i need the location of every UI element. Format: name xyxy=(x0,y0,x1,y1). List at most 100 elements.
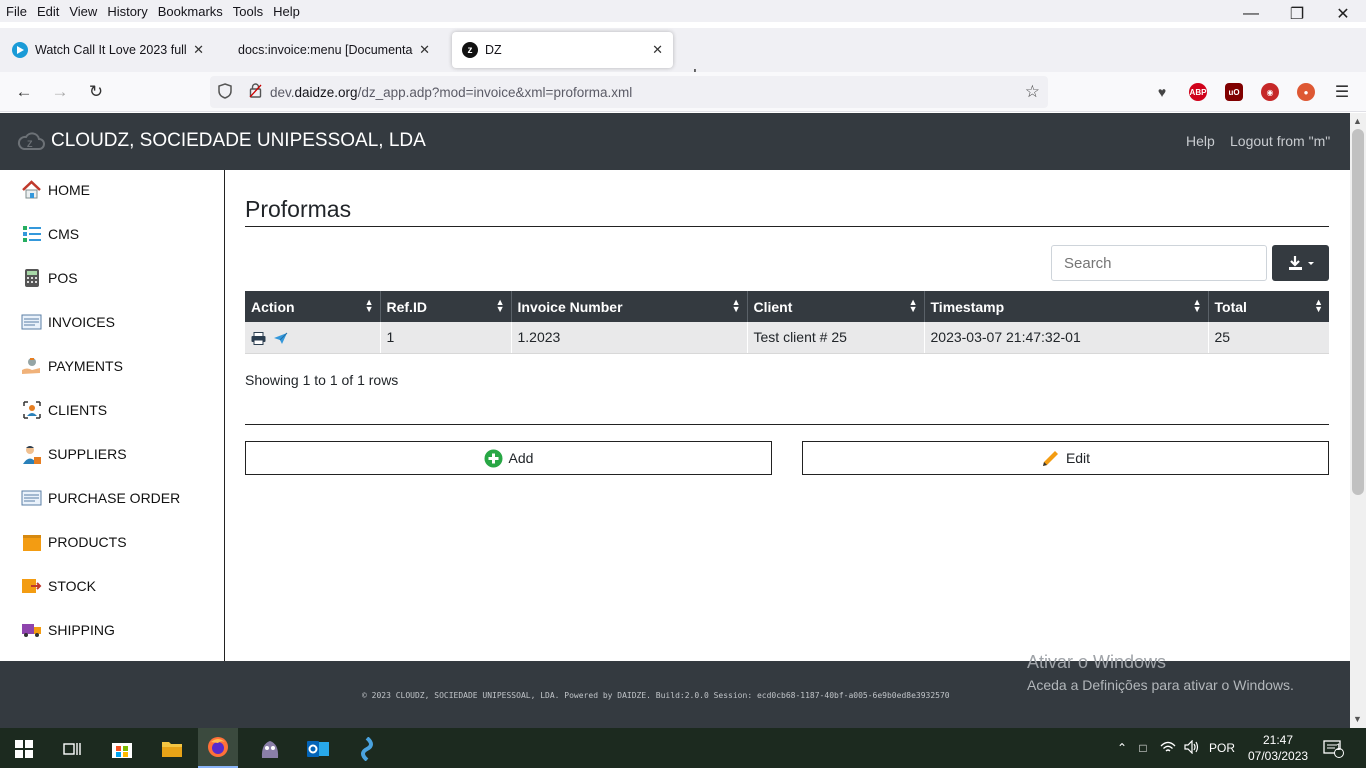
app-taskbar-icon[interactable] xyxy=(250,734,290,764)
notification-center-icon[interactable]: 1 xyxy=(1322,728,1344,768)
outlook-icon[interactable] xyxy=(298,734,338,764)
table-row[interactable]: 1 1.2023 Test client # 25 2023-03-07 21:… xyxy=(245,322,1329,354)
column-header-invoice-number[interactable]: Invoice Number ▲ ▼ xyxy=(511,291,748,322)
shield-icon[interactable] xyxy=(210,82,240,102)
scroll-up-icon[interactable]: ▲ xyxy=(1353,116,1362,126)
close-tab-icon[interactable]: ✕ xyxy=(419,42,430,58)
add-button-label: Add xyxy=(508,450,534,466)
menu-edit[interactable]: Edit xyxy=(32,4,64,19)
add-button[interactable]: Add xyxy=(245,441,772,475)
timestamp-cell: 2023-03-07 21:47:32-01 xyxy=(924,322,1209,354)
sidebar-item-purchase-order[interactable]: PURCHASE ORDER xyxy=(21,486,180,510)
sidebar-item-home[interactable]: HOME xyxy=(21,178,90,202)
adblock-icon[interactable]: ABP xyxy=(1189,83,1207,101)
app-taskbar-icon[interactable] xyxy=(347,734,387,764)
edit-button[interactable]: Edit xyxy=(802,441,1329,475)
language-indicator[interactable]: POR xyxy=(1204,741,1240,755)
menu-history[interactable]: History xyxy=(102,4,152,19)
title-divider xyxy=(245,226,1329,227)
restore-icon[interactable]: ❐ xyxy=(1274,0,1320,28)
bookmark-star-icon[interactable]: ☆ xyxy=(1025,82,1040,102)
plus-circle-icon xyxy=(484,449,503,467)
sidebar-item-pos[interactable]: POS xyxy=(21,266,78,290)
clock[interactable]: 21:47 07/03/2023 xyxy=(1248,732,1308,764)
lock-icon[interactable] xyxy=(240,83,270,101)
reload-icon[interactable]: ↻ xyxy=(84,80,108,104)
total-cell: 25 xyxy=(1208,322,1329,354)
browser-tab[interactable]: Watch Call It Love 2023 full serie ✕ xyxy=(2,32,214,68)
print-icon[interactable] xyxy=(251,332,266,346)
close-tab-icon[interactable]: ✕ xyxy=(652,42,663,58)
wifi-icon[interactable] xyxy=(1156,740,1180,757)
scroll-down-icon[interactable]: ▼ xyxy=(1353,714,1362,724)
column-header-timestamp[interactable]: Timestamp ▲ ▼ xyxy=(924,291,1209,322)
activation-watermark-title: Ativar o Windows xyxy=(1027,652,1167,672)
firefox-taskbar-icon[interactable] xyxy=(198,728,238,768)
activation-watermark-text: Aceda a Definições para ativar o Windows… xyxy=(1027,677,1294,693)
scroll-thumb[interactable] xyxy=(1352,129,1364,495)
pocket-icon[interactable]: ♥ xyxy=(1153,83,1171,101)
column-header-client[interactable]: Client ▲ ▼ xyxy=(747,291,925,322)
browser-tab[interactable]: docs:invoice:menu [Documentação ✕ xyxy=(228,32,440,68)
column-header-total[interactable]: Total ▲ ▼ xyxy=(1208,291,1329,322)
store-icon[interactable] xyxy=(102,734,142,764)
sidebar-item-label: SHIPPING xyxy=(48,622,115,638)
menu-file[interactable]: File xyxy=(0,4,32,19)
stock-icon xyxy=(21,576,42,597)
sidebar-item-clients[interactable]: CLIENTS xyxy=(21,398,107,422)
menu-tools[interactable]: Tools xyxy=(228,4,268,19)
company-name[interactable]: CLOUDZ, SOCIEDADE UNIPESSOAL, LDA xyxy=(51,130,426,152)
close-window-icon[interactable]: ✕ xyxy=(1320,0,1366,28)
battery-icon[interactable]: □ xyxy=(1130,741,1156,755)
duckduckgo-icon[interactable]: ● xyxy=(1297,83,1315,101)
chevron-up-icon[interactable]: ⌃ xyxy=(1114,741,1130,755)
edit-button-label: Edit xyxy=(1065,450,1091,466)
sidebar-item-label: INVOICES xyxy=(48,314,115,330)
browser-tab-active[interactable]: z DZ ✕ xyxy=(452,32,673,68)
menu-bookmarks[interactable]: Bookmarks xyxy=(153,4,228,19)
windows-start-icon[interactable] xyxy=(4,734,44,764)
close-tab-icon[interactable]: ✕ xyxy=(193,42,204,58)
sidebar-item-payments[interactable]: PAYMENTS xyxy=(21,354,123,378)
sidebar: HOME CMS POS INVOICES PAYMENTS CLIENTS S… xyxy=(0,170,225,661)
send-icon[interactable] xyxy=(273,332,288,345)
export-button[interactable] xyxy=(1272,245,1329,281)
page-title: Proformas xyxy=(245,196,352,222)
sidebar-item-shipping[interactable]: SHIPPING xyxy=(21,618,115,642)
browser-navbar: ← → ↻ dev.daidze.org/dz_app.adp?mod=invo… xyxy=(0,72,1366,112)
back-icon[interactable]: ← xyxy=(12,80,36,104)
section-divider xyxy=(245,424,1329,425)
pagination-info: Showing 1 to 1 of 1 rows xyxy=(245,372,399,388)
sidebar-item-stock[interactable]: STOCK xyxy=(21,574,96,598)
sidebar-item-label: PRODUCTS xyxy=(48,534,127,550)
extension-icon[interactable]: ◉ xyxy=(1261,83,1279,101)
home-icon xyxy=(21,180,42,201)
column-header-action[interactable]: Action ▲ ▼ xyxy=(245,291,381,322)
sidebar-item-label: CLIENTS xyxy=(48,402,108,418)
cloud-logo-icon: Z xyxy=(17,132,45,150)
task-view-icon[interactable] xyxy=(52,734,92,764)
truck-icon xyxy=(21,620,42,641)
forward-icon[interactable]: → xyxy=(48,80,72,104)
page-scrollbar[interactable]: ▲ ▼ xyxy=(1350,113,1366,728)
logout-link[interactable]: Logout from "m" xyxy=(1230,133,1330,149)
file-explorer-icon[interactable] xyxy=(152,734,192,764)
sidebar-item-suppliers[interactable]: SUPPLIERS xyxy=(21,442,127,466)
column-header-ref-id[interactable]: Ref.ID ▲ ▼ xyxy=(380,291,512,322)
speaker-icon[interactable] xyxy=(1180,739,1204,757)
ublock-icon[interactable]: uO xyxy=(1225,83,1243,101)
sidebar-item-products[interactable]: PRODUCTS xyxy=(21,530,127,554)
download-icon xyxy=(1288,256,1314,270)
menu-help[interactable]: Help xyxy=(268,4,305,19)
minimize-icon[interactable]: — xyxy=(1228,0,1274,28)
address-bar[interactable]: dev.daidze.org/dz_app.adp?mod=invoice&xm… xyxy=(210,76,1048,108)
search-input[interactable] xyxy=(1051,245,1267,281)
system-tray: ⌃ □ POR xyxy=(1114,728,1240,768)
clock-date: 07/03/2023 xyxy=(1248,749,1309,763)
menu-view[interactable]: View xyxy=(64,4,102,19)
sidebar-item-invoices[interactable]: INVOICES xyxy=(21,310,115,334)
supplier-icon xyxy=(21,444,42,465)
help-link[interactable]: Help xyxy=(1186,133,1215,149)
sidebar-item-cms[interactable]: CMS xyxy=(21,222,79,246)
hamburger-menu-icon[interactable]: ☰ xyxy=(1333,83,1351,101)
